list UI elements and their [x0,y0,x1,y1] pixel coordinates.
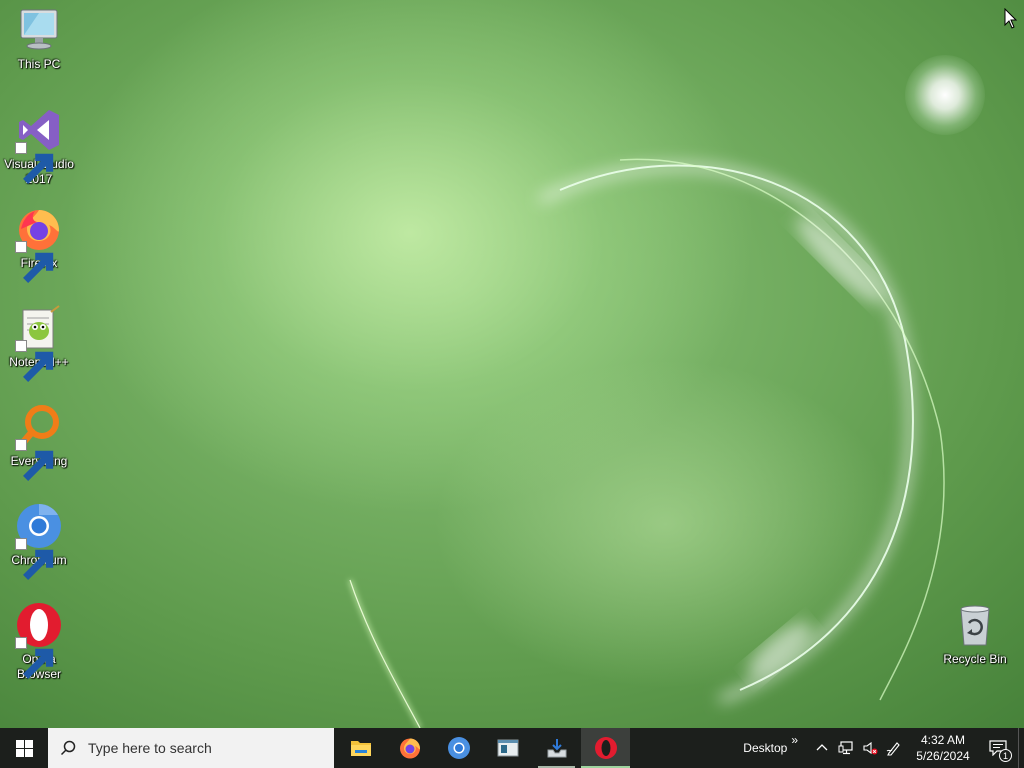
installer-icon [547,739,566,758]
shortcut-arrow-icon [15,142,54,184]
opera-icon [594,737,617,759]
desktop-icon-visual-studio[interactable]: Visual Studio 2017 [2,106,76,187]
shortcut-arrow-icon [15,637,54,679]
this-pc-icon [20,9,58,50]
shortcut-arrow-icon [15,340,54,382]
chevron-up-icon [816,744,828,751]
desktop-icon-label: This PC [17,57,61,71]
taskbar-app-file-explorer[interactable] [336,728,385,768]
action-center-button[interactable]: 1 [978,728,1018,768]
search-input[interactable] [86,739,310,757]
start-button[interactable] [0,728,48,768]
desktop-icon-firefox[interactable]: Firefox [2,205,76,283]
windows-start-icon [15,739,33,757]
clock-time: 4:32 AM [920,733,966,747]
taskbar-app-opera[interactable] [581,728,630,768]
file-explorer-icon [350,741,371,756]
desktop-toolbar-label[interactable]: Desktop [743,741,787,755]
toolbar-overflow-icon[interactable]: » [791,733,798,747]
pen-icon [886,742,900,756]
desktop-icon-label: Recycle Bin [943,652,1007,666]
search-icon [60,740,76,756]
desktop-background[interactable]: This PC Visual Studio 2017 Firefox Notep… [0,0,1024,728]
network-icon [838,741,853,755]
volume-tray-button[interactable] [858,728,882,768]
taskbar-clock[interactable]: 4:32 AM 5/26/2024 [908,732,978,764]
shortcut-arrow-icon [15,241,54,283]
shortcut-arrow-icon [15,538,54,580]
taskbar-app-installer[interactable] [532,728,581,768]
desktop-icon-recycle-bin[interactable]: Recycle Bin [938,601,1012,667]
taskbar-app-firefox[interactable] [385,728,434,768]
taskbar-app-chromium[interactable] [434,728,483,768]
mouse-cursor-icon [1004,8,1018,29]
firefox-icon [399,738,420,759]
network-tray-button[interactable] [834,728,858,768]
taskbar-app-terminal[interactable] [483,728,532,768]
clock-date: 5/26/2024 [916,749,970,763]
recycle-bin-icon [960,605,990,646]
notification-count-badge: 1 [999,749,1012,762]
chromium-icon [447,737,470,759]
show-desktop-button[interactable] [1018,728,1024,768]
desktop-icon-everything[interactable]: Everything [2,403,76,481]
desktop-icon-notepad-plus-plus[interactable]: Notepad++ [2,304,76,382]
pen-workspace-button[interactable] [882,728,906,768]
desktop-icon-chromium[interactable]: Chromium [2,502,76,580]
show-hidden-icons-button[interactable] [810,728,834,768]
volume-muted-icon [863,741,878,755]
desktop-icon-this-pc[interactable]: This PC [2,6,76,72]
terminal-window-icon [497,739,518,757]
wallpaper-light-ring [348,158,945,728]
taskbar: Desktop » [0,728,1024,768]
shortcut-arrow-icon [15,439,54,481]
system-tray: Desktop » 4:32 AM 5/26/2024 1 [743,728,1024,768]
desktop-icon-opera[interactable]: Opera Browser [2,601,76,682]
taskbar-search-box[interactable] [48,728,334,768]
